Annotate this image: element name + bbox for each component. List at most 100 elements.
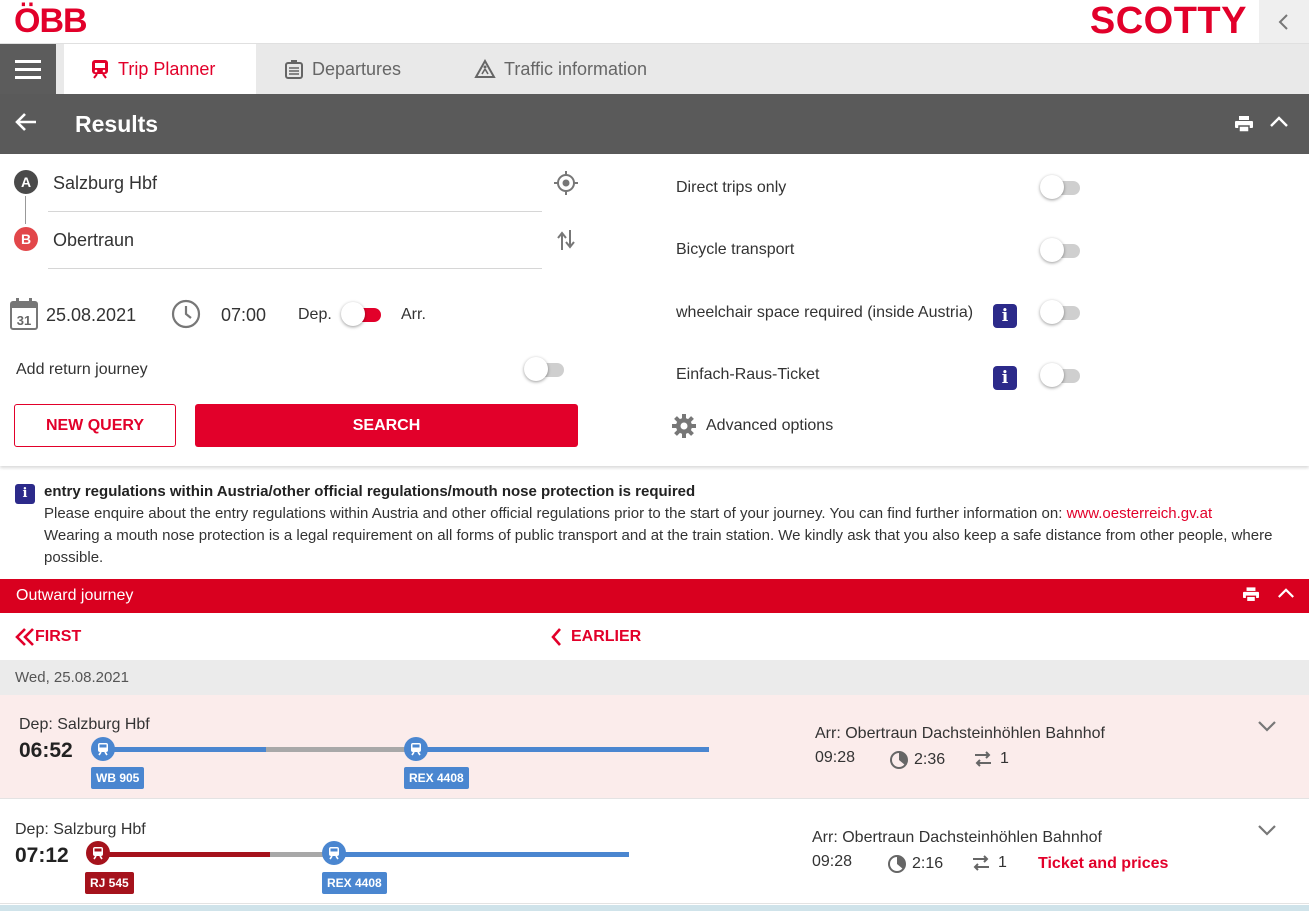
dep-label: Dep. [298, 306, 332, 323]
departure-station: Dep: Salzburg Hbf [19, 716, 150, 733]
duration: 2:16 [887, 854, 943, 874]
tab-trip-planner[interactable]: Trip Planner [64, 44, 256, 94]
calendar-icon[interactable]: 31 [10, 298, 38, 335]
collapse-panel-button[interactable] [1259, 0, 1309, 43]
outward-journey-header: Outward journey [0, 579, 1309, 613]
hamburger-icon [15, 60, 41, 79]
direct-trips-toggle[interactable] [1040, 174, 1084, 200]
swap-button[interactable] [556, 228, 576, 257]
departure-time: 07:12 [15, 844, 69, 867]
bus-icon [404, 737, 428, 761]
top-bar: ÖBB SCOTTY [0, 0, 1309, 44]
menu-button[interactable] [0, 44, 56, 94]
double-chevron-left-icon [15, 628, 34, 646]
obb-logo[interactable]: ÖBB [14, 2, 88, 41]
gear-icon[interactable] [671, 413, 697, 444]
first-label: FIRST [35, 628, 82, 645]
printer-icon [1243, 587, 1259, 603]
arrival-time: 09:28 [812, 853, 853, 870]
first-button[interactable]: FIRST [15, 627, 81, 647]
train-icon [90, 59, 110, 79]
results-title: Results [75, 111, 159, 137]
direct-trips-label: Direct trips only [676, 179, 787, 196]
clock-icon[interactable] [171, 299, 201, 334]
duration: 2:36 [889, 750, 945, 770]
collapse-results-button[interactable] [1269, 114, 1289, 133]
segment-rex-4408 [334, 852, 629, 857]
date-input[interactable]: 25.08.2021 [46, 305, 136, 326]
origin-input[interactable]: Salzburg Hbf [53, 173, 157, 194]
chevron-left-icon [1278, 13, 1288, 30]
tab-traffic-information[interactable]: Traffic information [474, 44, 647, 94]
chevron-down-icon [1258, 721, 1276, 732]
train-icon [86, 841, 110, 865]
changes: 1 [971, 854, 1007, 872]
origin-marker: A [14, 170, 38, 194]
train-badge: RJ 545 [85, 872, 134, 894]
duration-icon [888, 855, 906, 873]
collapse-outward-button[interactable] [1277, 586, 1295, 604]
segment-rj-545 [99, 852, 270, 857]
route-connector [25, 196, 26, 224]
tab-bar: Trip Planner Departures Traffic informat… [0, 44, 1309, 94]
trip-row[interactable]: Dep: Salzburg Hbf 06:52 WB 905 REX 4408 … [0, 695, 1309, 799]
arr-label: Arr. [401, 306, 426, 323]
segment-rex-4408 [416, 747, 709, 752]
einfach-raus-toggle[interactable] [1040, 362, 1084, 388]
arrival-station: Arr: Obertraun Dachsteinhöhlen Bahnhof [812, 829, 1102, 846]
wheelchair-toggle[interactable] [1040, 299, 1084, 325]
bicycle-toggle[interactable] [1040, 237, 1084, 263]
print-outward-button[interactable] [1243, 587, 1259, 607]
new-query-button[interactable]: NEW QUERY [14, 404, 176, 447]
einfach-raus-label: Einfach-Raus-Ticket [676, 366, 820, 383]
printer-icon [1235, 116, 1253, 133]
duration-icon [890, 751, 908, 769]
tab-label: Traffic information [504, 58, 648, 79]
chevron-down-icon [1258, 825, 1276, 836]
ticket-and-prices-link[interactable]: Ticket and prices [1038, 855, 1168, 873]
tab-departures[interactable]: Departures [284, 44, 401, 94]
expand-trip-button[interactable] [1257, 719, 1277, 738]
dep-arr-toggle[interactable] [341, 301, 385, 327]
notice-info-icon: i [15, 484, 35, 504]
arrow-left-icon [15, 113, 36, 131]
wheelchair-label: wheelchair space required (inside Austri… [676, 304, 974, 321]
departure-board-icon [284, 59, 304, 79]
trip-row[interactable]: Dep: Salzburg Hbf 07:12 RJ 545 REX 4408 … [0, 800, 1309, 904]
bus-icon [91, 737, 115, 761]
oesterreich-link[interactable]: www.oesterreich.gv.at [1067, 505, 1213, 522]
bicycle-label: Bicycle transport [676, 241, 795, 258]
expand-trip-button[interactable] [1257, 823, 1277, 842]
notice-title: entry regulations within Austria/other o… [44, 483, 696, 500]
wheelchair-info-icon[interactable]: i [993, 304, 1017, 328]
train-badge: REX 4408 [322, 872, 387, 894]
chevron-left-icon [551, 628, 561, 646]
print-button[interactable] [1235, 116, 1253, 137]
departure-station: Dep: Salzburg Hbf [15, 821, 146, 838]
tab-label: Departures [312, 58, 402, 79]
advanced-options-link[interactable]: Advanced options [706, 417, 833, 435]
earlier-button[interactable]: EARLIER [550, 627, 641, 647]
search-button[interactable]: SEARCH [195, 404, 578, 447]
einfach-raus-info-icon[interactable]: i [993, 366, 1017, 390]
transfer-icon [973, 855, 989, 871]
scotty-logo: SCOTTY [1089, 0, 1247, 42]
destination-marker: B [14, 227, 38, 251]
back-button[interactable] [14, 111, 38, 138]
segment-wb-905 [103, 747, 266, 752]
arrival-time: 09:28 [815, 749, 856, 766]
train-badge: WB 905 [91, 767, 145, 789]
notice-line-1: Please enquire about the entry regulatio… [44, 505, 1067, 522]
time-input[interactable]: 07:00 [221, 305, 266, 326]
return-journey-toggle[interactable] [524, 356, 568, 382]
chevron-up-icon [1278, 588, 1294, 598]
bottom-strip [0, 905, 1309, 911]
construction-icon [474, 59, 496, 79]
chevron-up-icon [1270, 116, 1288, 127]
locate-button[interactable] [553, 170, 579, 201]
destination-input[interactable]: Obertraun [53, 230, 134, 251]
crosshair-icon [554, 171, 578, 195]
date-header: Wed, 25.08.2021 [0, 660, 1309, 695]
outward-journey-label: Outward journey [16, 587, 134, 604]
calendar-day: 31 [17, 313, 31, 328]
